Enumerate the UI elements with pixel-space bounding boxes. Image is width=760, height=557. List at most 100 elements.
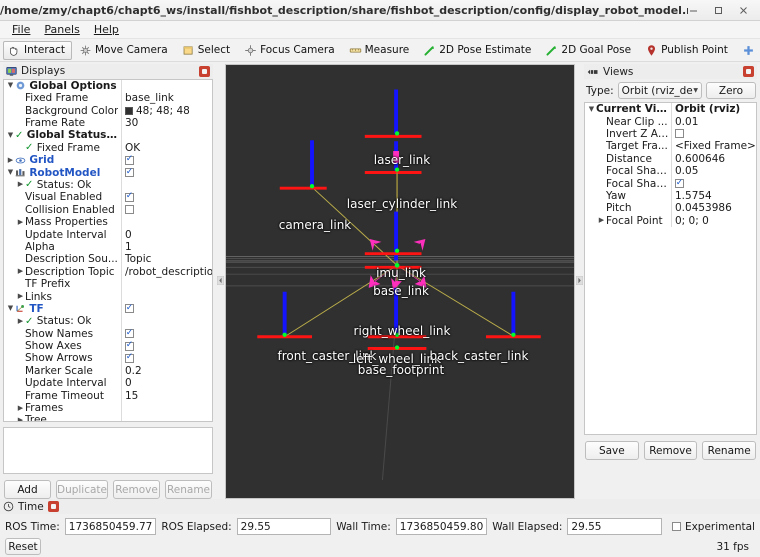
tool-2d-goal-pose[interactable]: 2D Goal Pose <box>540 41 638 60</box>
tree-row[interactable]: Grid <box>4 154 212 167</box>
tree-row[interactable]: Frame Timeout 15 <box>4 389 212 402</box>
remove-view-button[interactable]: Remove <box>643 441 698 460</box>
tree-row[interactable]: Show Arrows <box>4 352 212 365</box>
tree-row-checkbox[interactable] <box>125 353 134 363</box>
wall-time-input[interactable]: 1736850459.80 <box>395 518 488 535</box>
menu-help[interactable]: Help <box>87 22 126 37</box>
zero-view-button[interactable]: Zero <box>706 82 756 99</box>
chevron-right-icon[interactable] <box>16 268 25 275</box>
tree-row-checkbox[interactable] <box>675 179 684 189</box>
chevron-down-icon[interactable] <box>587 106 596 113</box>
color-swatch[interactable] <box>125 106 133 115</box>
tree-row-checkbox[interactable] <box>125 304 134 314</box>
experimental-toggle[interactable]: Experimental <box>671 521 755 533</box>
tree-row[interactable]: Marker Scale 0.2 <box>4 364 212 378</box>
tree-row[interactable]: Links <box>4 290 212 303</box>
ros-elapsed-input[interactable]: 29.55 <box>236 518 332 535</box>
tree-row[interactable]: Focal Shap... 0.05 <box>585 164 756 178</box>
tree-row[interactable]: Mass Properties <box>4 215 212 229</box>
tree-row-checkbox[interactable] <box>125 329 134 339</box>
tree-row[interactable]: ✓ Status: Ok <box>4 315 212 328</box>
tree-row[interactable]: Pitch 0.0453986 <box>585 202 756 215</box>
chevron-right-icon[interactable] <box>597 217 606 224</box>
views-tree[interactable]: Current View Orbit (rviz) Near Clip ... 0.0… <box>584 102 757 435</box>
tree-row[interactable]: Invert Z Axis <box>585 127 756 141</box>
minimize-icon[interactable] <box>688 5 699 16</box>
displays-close-icon[interactable] <box>199 65 210 77</box>
tree-row-checkbox[interactable] <box>125 192 134 202</box>
tool-publish-point[interactable]: Publish Point <box>640 41 735 60</box>
ros-time-input[interactable]: 1736850459.77 <box>64 518 157 535</box>
tree-row[interactable]: RobotModel <box>4 166 212 179</box>
tree-row[interactable]: Global Options <box>4 79 212 93</box>
tree-row[interactable]: Update Interval 0 <box>4 228 212 241</box>
tool-2d-pose-estimate[interactable]: 2D Pose Estimate <box>418 41 538 60</box>
tree-row[interactable]: Focal Shap... <box>585 177 756 190</box>
tool-interact[interactable]: Interact <box>3 40 72 60</box>
chevron-down-icon[interactable] <box>6 305 15 312</box>
views-close-icon[interactable] <box>743 66 754 77</box>
tree-row[interactable]: Show Axes <box>4 339 212 353</box>
experimental-checkbox[interactable] <box>671 522 681 531</box>
tree-row[interactable]: Tree <box>4 414 212 422</box>
tree-row[interactable]: Current View Orbit (rviz) <box>585 103 756 116</box>
tool-focus-camera[interactable]: Focus Camera <box>239 41 342 60</box>
maximize-icon[interactable] <box>713 5 724 16</box>
tree-row-checkbox[interactable] <box>125 205 134 215</box>
time-close-icon[interactable] <box>47 501 59 512</box>
tree-row[interactable]: Collision Enabled <box>4 203 212 216</box>
tree-row-checkbox[interactable] <box>125 155 134 165</box>
tree-row[interactable]: Frames <box>4 401 212 415</box>
tree-row[interactable]: TF Prefix <box>4 277 212 291</box>
chevron-right-icon[interactable] <box>16 405 25 412</box>
menu-panels[interactable]: Panels <box>37 22 86 37</box>
chevron-right-icon[interactable] <box>16 219 25 226</box>
tree-row[interactable]: TF <box>4 302 212 316</box>
tree-row-checkbox[interactable] <box>125 341 134 351</box>
tree-row[interactable]: Description Sou... Topic <box>4 253 212 266</box>
left-splitter[interactable] <box>216 62 225 499</box>
rename-view-button[interactable]: Rename <box>702 441 757 460</box>
tree-row[interactable]: Description Topic/robot_description <box>4 265 212 278</box>
tree-row[interactable]: Background Color 48; 48; 48 <box>4 104 212 117</box>
tree-row[interactable]: ✓ Status: Ok <box>4 178 212 192</box>
tree-row[interactable]: Frame Rate 30 <box>4 116 212 130</box>
tree-row[interactable]: Visual Enabled <box>4 191 212 204</box>
chevron-right-icon[interactable] <box>6 157 15 164</box>
tree-row[interactable]: Alpha 1 <box>4 240 212 254</box>
tree-row[interactable]: Yaw 1.5754 <box>585 189 756 203</box>
tree-row[interactable]: Distance 0.600646 <box>585 152 756 165</box>
tree-row[interactable]: Focal Point 0; 0; 0 <box>585 214 756 227</box>
tool-measure[interactable]: Measure <box>344 41 417 60</box>
chevron-right-icon[interactable] <box>16 318 25 325</box>
tree-row[interactable]: Near Clip ... 0.01 <box>585 115 756 128</box>
chevron-down-icon[interactable] <box>6 169 15 176</box>
tree-row-checkbox[interactable] <box>675 129 684 139</box>
tree-row[interactable]: Update Interval 0 <box>4 377 212 390</box>
tool-select[interactable]: Select <box>177 41 237 60</box>
chevron-right-icon[interactable] <box>16 181 25 188</box>
tool-move-camera[interactable]: Move Camera <box>74 41 175 60</box>
chevron-down-icon[interactable] <box>6 132 15 139</box>
chevron-right-icon[interactable] <box>16 293 25 300</box>
tree-row-label: Frame Timeout <box>25 389 104 402</box>
close-icon[interactable] <box>738 5 749 16</box>
chevron-down-icon[interactable] <box>6 82 15 89</box>
reset-button[interactable]: Reset <box>5 538 41 555</box>
tree-row[interactable]: Fixed Frame base_link <box>4 92 212 105</box>
right-splitter[interactable] <box>575 62 584 499</box>
save-view-button[interactable]: Save <box>585 441 639 460</box>
tree-row[interactable]: ✓ Fixed Frame OK <box>4 141 212 155</box>
wall-elapsed-input[interactable]: 29.55 <box>567 518 662 535</box>
tool-add[interactable] <box>737 41 760 60</box>
3d-viewport[interactable]: laser_link laser_cylinder_link camera_link… <box>225 64 575 499</box>
chevron-right-icon[interactable] <box>16 417 25 421</box>
tree-row[interactable]: Target Fra... <Fixed Frame> <box>585 140 756 153</box>
tree-row-checkbox[interactable] <box>125 168 134 178</box>
view-type-combobox[interactable]: Orbit (rviz_defau ▼ <box>617 82 702 99</box>
displays-tree[interactable]: Global OptionsFixed Framebase_linkBackgr… <box>3 78 213 423</box>
menu-file[interactable]: File <box>5 22 37 37</box>
tree-row[interactable]: ✓ Global Status: Ok <box>4 129 212 142</box>
tree-row[interactable]: Show Names <box>4 327 212 340</box>
add-display-button[interactable]: Add <box>4 480 51 499</box>
